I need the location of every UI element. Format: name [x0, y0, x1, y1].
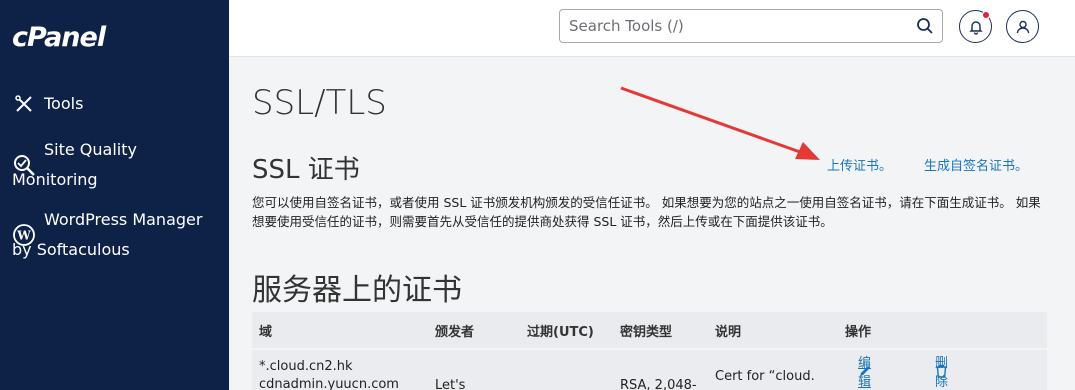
page-title: SSL/TLS [252, 83, 387, 123]
sidebar-item-wordpress[interactable]: W WordPress Manager by Softaculous [12, 205, 222, 265]
domain-cell-line2: cdnadmin.yuucn.com [259, 377, 399, 390]
search-icon[interactable] [916, 17, 934, 35]
sidebar-item-tools[interactable]: Tools [12, 89, 83, 119]
edit-label: 编辑 [858, 356, 872, 390]
column-header-domain[interactable]: 域 [259, 321, 272, 340]
search-input[interactable] [560, 10, 900, 42]
sidebar-item-label: WordPress Manager by Softaculous [12, 210, 203, 259]
cpanel-logo[interactable]: cPanel [12, 22, 106, 53]
delete-label: 删除 [935, 356, 949, 390]
sidebar-item-label: Tools [44, 94, 84, 113]
top-header [229, 0, 1075, 57]
sidebar: cPanel Tools Site Quality Monitoring W W… [0, 0, 229, 390]
main-content: SSL/TLS SSL 证书 上传证书。 生成自签名证书。 您可以使用自签名证书… [229, 57, 1075, 390]
notification-badge [982, 11, 990, 19]
column-header-expiry[interactable]: 过期(UTC) [527, 321, 594, 340]
sidebar-item-label: Site Quality Monitoring [12, 140, 137, 189]
section-description: 您可以使用自签名证书，或者使用 SSL 证书颁发机构颁发的受信任证书。 如果想要… [252, 195, 1041, 229]
table-row: *.cloud.cn2.hk cdnadmin.yuucn.com Let's … [252, 350, 1047, 390]
bell-icon [968, 19, 984, 35]
domain-cell-line1: *.cloud.cn2.hk [259, 359, 353, 374]
notifications-button[interactable] [959, 10, 992, 43]
section-title: SSL 证书 [252, 155, 360, 185]
user-menu-button[interactable] [1006, 10, 1039, 43]
description-cell: Cert for “cloud. [715, 369, 815, 384]
sidebar-item-site-quality[interactable]: Site Quality Monitoring [12, 135, 222, 195]
column-header-key-type[interactable]: 密钥类型 [620, 321, 672, 340]
table-header: 域 颁发者 过期(UTC) 密钥类型 说明 操作 [252, 312, 1047, 348]
column-header-actions: 操作 [845, 324, 872, 340]
key-type-cell: RSA, 2,048- [620, 378, 697, 390]
generate-self-signed-link[interactable]: 生成自签名证书。 [924, 155, 1028, 174]
user-icon [1015, 19, 1031, 35]
upload-certificate-link[interactable]: 上传证书。 [827, 155, 892, 174]
certificates-heading: 服务器上的证书 [252, 273, 462, 308]
search-box [559, 9, 943, 43]
column-header-issuer[interactable]: 颁发者 [435, 321, 474, 340]
column-header-description[interactable]: 说明 [715, 321, 741, 340]
issuer-cell: Let's [435, 378, 466, 390]
tools-icon [12, 92, 36, 116]
